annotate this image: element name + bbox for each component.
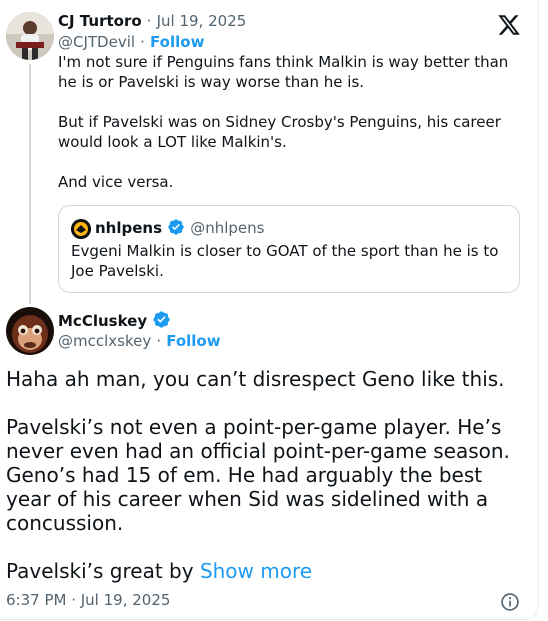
author-handle[interactable]: @mcclxskey bbox=[58, 332, 151, 350]
quote-author-handle: @nhlpens bbox=[190, 219, 265, 237]
tweet-timestamp[interactable]: 6:37 PM · Jul 19, 2025 bbox=[6, 591, 170, 609]
follow-button[interactable]: Follow bbox=[166, 332, 220, 350]
info-icon[interactable] bbox=[500, 592, 520, 612]
quote-header: nhlpens @nhlpens bbox=[95, 218, 264, 240]
author-name[interactable]: CJ Turtoro bbox=[58, 12, 142, 30]
thread-line bbox=[29, 64, 31, 304]
separator: · bbox=[140, 33, 145, 51]
author-handle[interactable]: @CJTDevil bbox=[58, 33, 135, 51]
separator: · bbox=[146, 12, 152, 30]
author-name[interactable]: McCluskey bbox=[58, 312, 147, 330]
avatar[interactable] bbox=[6, 307, 54, 355]
quoted-tweet[interactable]: nhlpens @nhlpens Evgeni Malkin is closer… bbox=[58, 205, 520, 293]
reply-tweet-text: I'm not sure if Penguins fans think Malk… bbox=[58, 53, 509, 191]
main-tweet-header: McCluskey bbox=[58, 310, 171, 333]
verified-badge-icon bbox=[167, 218, 185, 240]
avatar[interactable] bbox=[6, 12, 54, 60]
x-logo-icon[interactable] bbox=[497, 13, 521, 37]
main-tweet-body: Haha ah man, you can’t disrespect Geno l… bbox=[6, 367, 510, 583]
quote-avatar bbox=[71, 219, 91, 239]
reply-tweet-handle-row: @CJTDevil · Follow bbox=[58, 32, 204, 51]
quote-author-name: nhlpens bbox=[95, 219, 163, 237]
show-more-link[interactable]: Show more bbox=[200, 559, 312, 583]
quote-text: Evgeni Malkin is closer to GOAT of the s… bbox=[71, 242, 504, 280]
reply-tweet-header: CJ Turtoro · Jul 19, 2025 bbox=[58, 11, 246, 30]
main-tweet-text: Haha ah man, you can’t disrespect Geno l… bbox=[6, 367, 526, 583]
follow-button[interactable]: Follow bbox=[150, 33, 204, 51]
verified-badge-icon bbox=[152, 310, 171, 333]
main-tweet-handle-row: @mcclxskey · Follow bbox=[58, 331, 221, 350]
separator: · bbox=[156, 332, 162, 350]
embedded-tweet-card: CJ Turtoro · Jul 19, 2025 @CJTDevil · Fo… bbox=[0, 0, 539, 620]
tweet-date[interactable]: Jul 19, 2025 bbox=[157, 12, 247, 30]
